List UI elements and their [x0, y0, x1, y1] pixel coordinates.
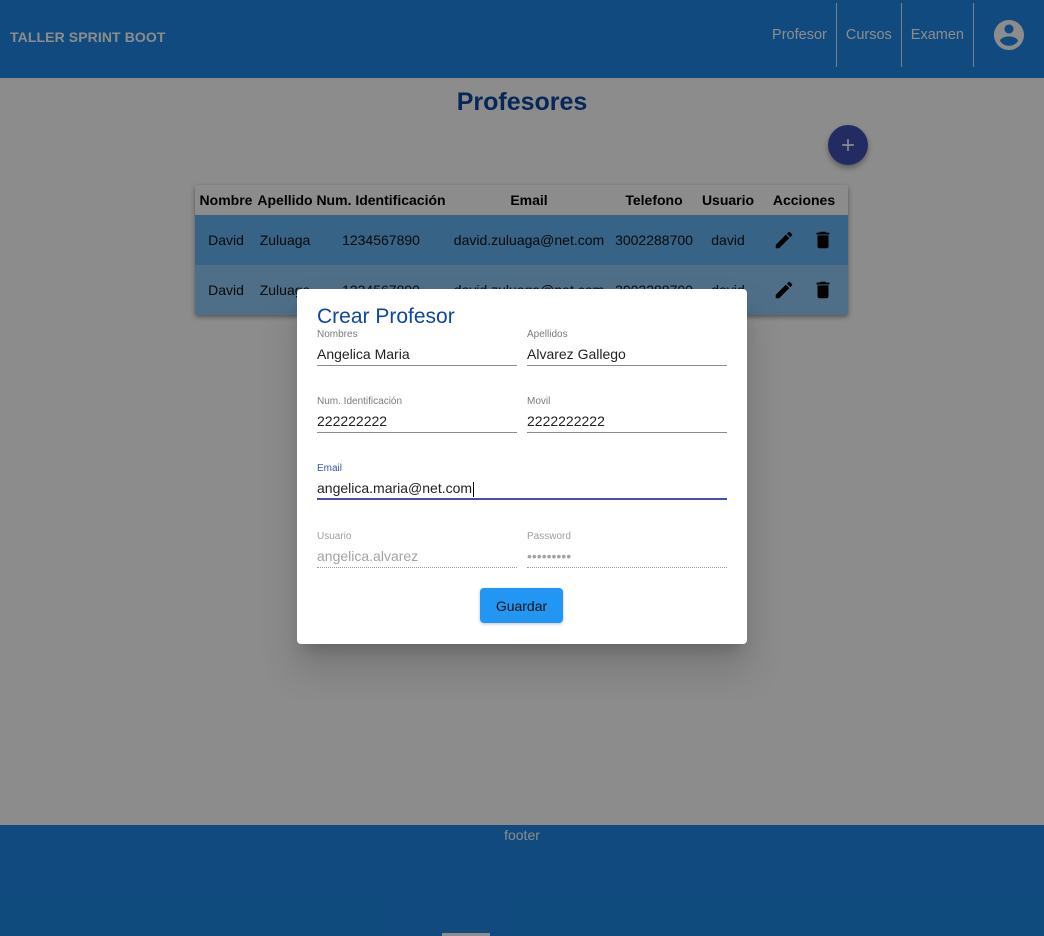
crear-profesor-dialog: Crear Profesor Nombres Angelica Maria Ap… — [297, 289, 747, 644]
password-input: ••••••••• — [527, 545, 727, 568]
text-caret — [473, 481, 475, 497]
identificacion-field: Num. Identificación 222222222 — [317, 396, 517, 433]
email-value: angelica.maria@net.com — [317, 480, 473, 496]
identificacion-label: Num. Identificación — [317, 396, 403, 407]
usuario-input: angelica.alvarez — [317, 545, 517, 568]
apellidos-label: Apellidos — [527, 329, 568, 340]
password-field: Password ••••••••• — [527, 531, 727, 568]
apellidos-input[interactable]: Alvarez Gallego — [527, 343, 727, 366]
movil-input[interactable]: 2222222222 — [527, 410, 727, 433]
password-label: Password — [527, 531, 571, 542]
apellidos-field: Apellidos Alvarez Gallego — [527, 329, 727, 366]
email-field: Email angelica.maria@net.com — [317, 463, 727, 500]
movil-field: Movil 2222222222 — [527, 396, 727, 433]
nombres-input[interactable]: Angelica Maria — [317, 343, 517, 366]
usuario-field: Usuario angelica.alvarez — [317, 531, 517, 568]
nombres-label: Nombres — [317, 329, 358, 340]
usuario-label: Usuario — [317, 531, 352, 542]
dialog-title: Crear Profesor — [317, 305, 455, 328]
movil-label: Movil — [527, 396, 551, 407]
identificacion-input[interactable]: 222222222 — [317, 410, 517, 433]
email-label: Email — [317, 463, 343, 474]
email-input[interactable]: angelica.maria@net.com — [317, 477, 727, 500]
nombres-field: Nombres Angelica Maria — [317, 329, 517, 366]
guardar-button[interactable]: Guardar — [480, 588, 563, 623]
